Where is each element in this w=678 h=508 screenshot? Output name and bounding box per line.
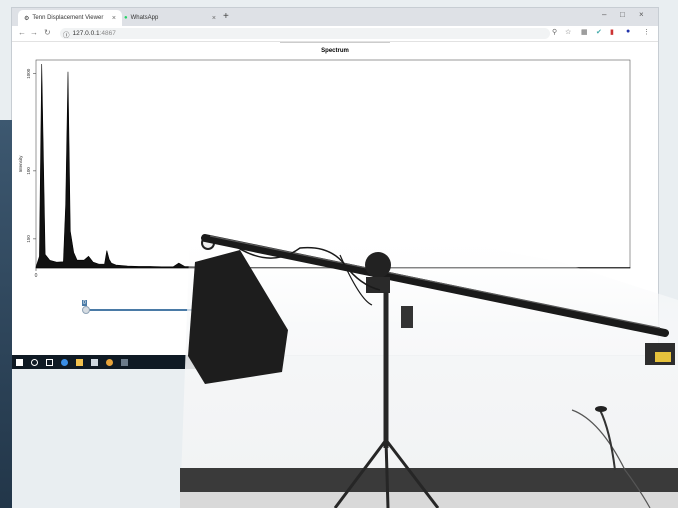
light-stand-photo	[180, 226, 678, 508]
